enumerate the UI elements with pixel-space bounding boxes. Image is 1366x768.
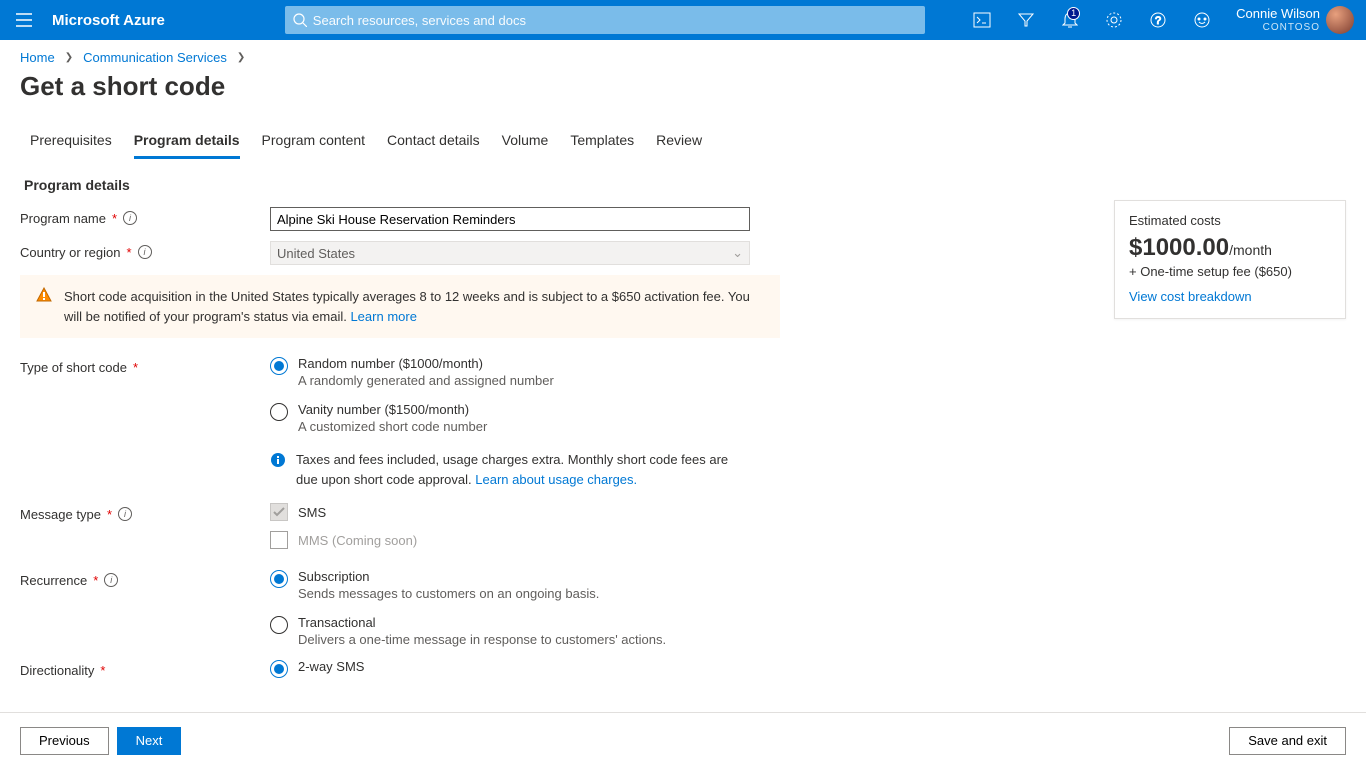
radio-two-way-sms[interactable]: 2-way SMS xyxy=(270,659,750,678)
tab-templates[interactable]: Templates xyxy=(570,132,634,159)
checkbox-icon xyxy=(270,503,288,521)
type-info: Taxes and fees included, usage charges e… xyxy=(270,450,750,489)
radio-subscription[interactable]: Subscription Sends messages to customers… xyxy=(270,569,750,601)
breadcrumb: Home ❯ Communication Services ❯ xyxy=(20,50,1346,65)
type-label: Type of short code xyxy=(20,360,127,375)
settings-icon[interactable] xyxy=(1092,0,1136,40)
radio-desc: Sends messages to customers on an ongoin… xyxy=(298,586,599,601)
radio-icon xyxy=(270,570,288,588)
section-title: Program details xyxy=(24,177,780,193)
search-input[interactable]: Search resources, services and docs xyxy=(285,6,925,34)
save-and-exit-button[interactable]: Save and exit xyxy=(1229,727,1346,755)
chevron-right-icon: ❯ xyxy=(65,52,73,63)
radio-icon xyxy=(270,660,288,678)
search-placeholder: Search resources, services and docs xyxy=(313,13,526,28)
required-indicator: * xyxy=(126,245,131,260)
checkbox-label: SMS xyxy=(298,505,326,520)
tab-volume[interactable]: Volume xyxy=(502,132,549,159)
alert-learn-more-link[interactable]: Learn more xyxy=(350,309,416,324)
radio-random-number[interactable]: Random number ($1000/month) A randomly g… xyxy=(270,356,750,388)
top-bar: Microsoft Azure Search resources, servic… xyxy=(0,0,1366,40)
tenant-name: CONTOSO xyxy=(1236,22,1320,34)
directionality-label: Directionality xyxy=(20,663,94,678)
breadcrumb-home[interactable]: Home xyxy=(20,50,55,65)
cloud-shell-icon[interactable] xyxy=(960,0,1004,40)
radio-transactional[interactable]: Transactional Delivers a one-time messag… xyxy=(270,615,750,647)
required-indicator: * xyxy=(93,573,98,588)
search-icon xyxy=(293,13,307,27)
radio-label: Subscription xyxy=(298,569,599,584)
notifications-icon[interactable]: 1 xyxy=(1048,0,1092,40)
required-indicator: * xyxy=(112,211,117,226)
radio-icon xyxy=(270,403,288,421)
info-icon[interactable]: i xyxy=(118,507,132,521)
hamburger-button[interactable] xyxy=(0,13,48,27)
page-title: Get a short code xyxy=(20,71,1346,102)
breadcrumb-comm-services[interactable]: Communication Services xyxy=(83,50,227,65)
country-value: United States xyxy=(277,246,355,261)
footer: Previous Next Save and exit xyxy=(0,712,1366,768)
radio-icon xyxy=(270,357,288,375)
user-name: Connie Wilson xyxy=(1236,6,1320,22)
tab-contact-details[interactable]: Contact details xyxy=(387,132,480,159)
next-button[interactable]: Next xyxy=(117,727,182,755)
required-indicator: * xyxy=(100,663,105,678)
costs-price: $1000.00 xyxy=(1129,234,1229,261)
tabs: Prerequisites Program details Program co… xyxy=(0,102,1366,159)
costs-card: Estimated costs $1000.00/month + One-tim… xyxy=(1114,200,1346,319)
radio-desc: A randomly generated and assigned number xyxy=(298,373,554,388)
checkbox-mms: MMS (Coming soon) xyxy=(270,531,750,549)
radio-label: Transactional xyxy=(298,615,666,630)
program-name-label: Program name xyxy=(20,211,106,226)
radio-vanity-number[interactable]: Vanity number ($1500/month) A customized… xyxy=(270,402,750,434)
svg-text:?: ? xyxy=(1155,15,1161,27)
checkbox-icon xyxy=(270,531,288,549)
checkbox-sms: SMS xyxy=(270,503,750,521)
recurrence-label: Recurrence xyxy=(20,573,87,588)
chevron-right-icon: ❯ xyxy=(237,52,245,63)
costs-breakdown-link[interactable]: View cost breakdown xyxy=(1129,289,1331,304)
costs-period: /month xyxy=(1229,242,1272,258)
country-label: Country or region xyxy=(20,245,120,260)
directory-filter-icon[interactable] xyxy=(1004,0,1048,40)
previous-button[interactable]: Previous xyxy=(20,727,109,755)
costs-setup: + One-time setup fee ($650) xyxy=(1129,264,1331,279)
brand-label: Microsoft Azure xyxy=(52,12,165,29)
required-indicator: * xyxy=(133,360,138,375)
radio-icon xyxy=(270,616,288,634)
radio-desc: A customized short code number xyxy=(298,419,487,434)
tab-prerequisites[interactable]: Prerequisites xyxy=(30,132,112,159)
radio-desc: Delivers a one-time message in response … xyxy=(298,632,666,647)
account-info[interactable]: Connie Wilson CONTOSO xyxy=(1224,6,1326,34)
info-icon[interactable]: i xyxy=(104,573,118,587)
country-select[interactable]: United States ⌄ xyxy=(270,241,750,265)
tab-program-details[interactable]: Program details xyxy=(134,132,240,159)
type-info-link[interactable]: Learn about usage charges. xyxy=(475,472,637,487)
notification-count: 1 xyxy=(1067,7,1080,20)
required-indicator: * xyxy=(107,507,112,522)
avatar[interactable] xyxy=(1326,6,1354,34)
program-name-input[interactable] xyxy=(270,207,750,231)
info-icon xyxy=(270,452,286,468)
checkbox-label: MMS (Coming soon) xyxy=(298,533,417,548)
info-icon[interactable]: i xyxy=(123,211,137,225)
radio-label: Vanity number ($1500/month) xyxy=(298,402,487,417)
radio-label: 2-way SMS xyxy=(298,659,364,674)
chevron-down-icon: ⌄ xyxy=(732,245,743,261)
help-icon[interactable]: ? xyxy=(1136,0,1180,40)
costs-title: Estimated costs xyxy=(1129,213,1331,228)
info-icon[interactable]: i xyxy=(138,245,152,259)
feedback-icon[interactable] xyxy=(1180,0,1224,40)
message-type-label: Message type xyxy=(20,507,101,522)
radio-label: Random number ($1000/month) xyxy=(298,356,554,371)
warning-icon xyxy=(36,287,52,326)
alert-warning: Short code acquisition in the United Sta… xyxy=(20,275,780,338)
tab-review[interactable]: Review xyxy=(656,132,702,159)
tab-program-content[interactable]: Program content xyxy=(262,132,366,159)
